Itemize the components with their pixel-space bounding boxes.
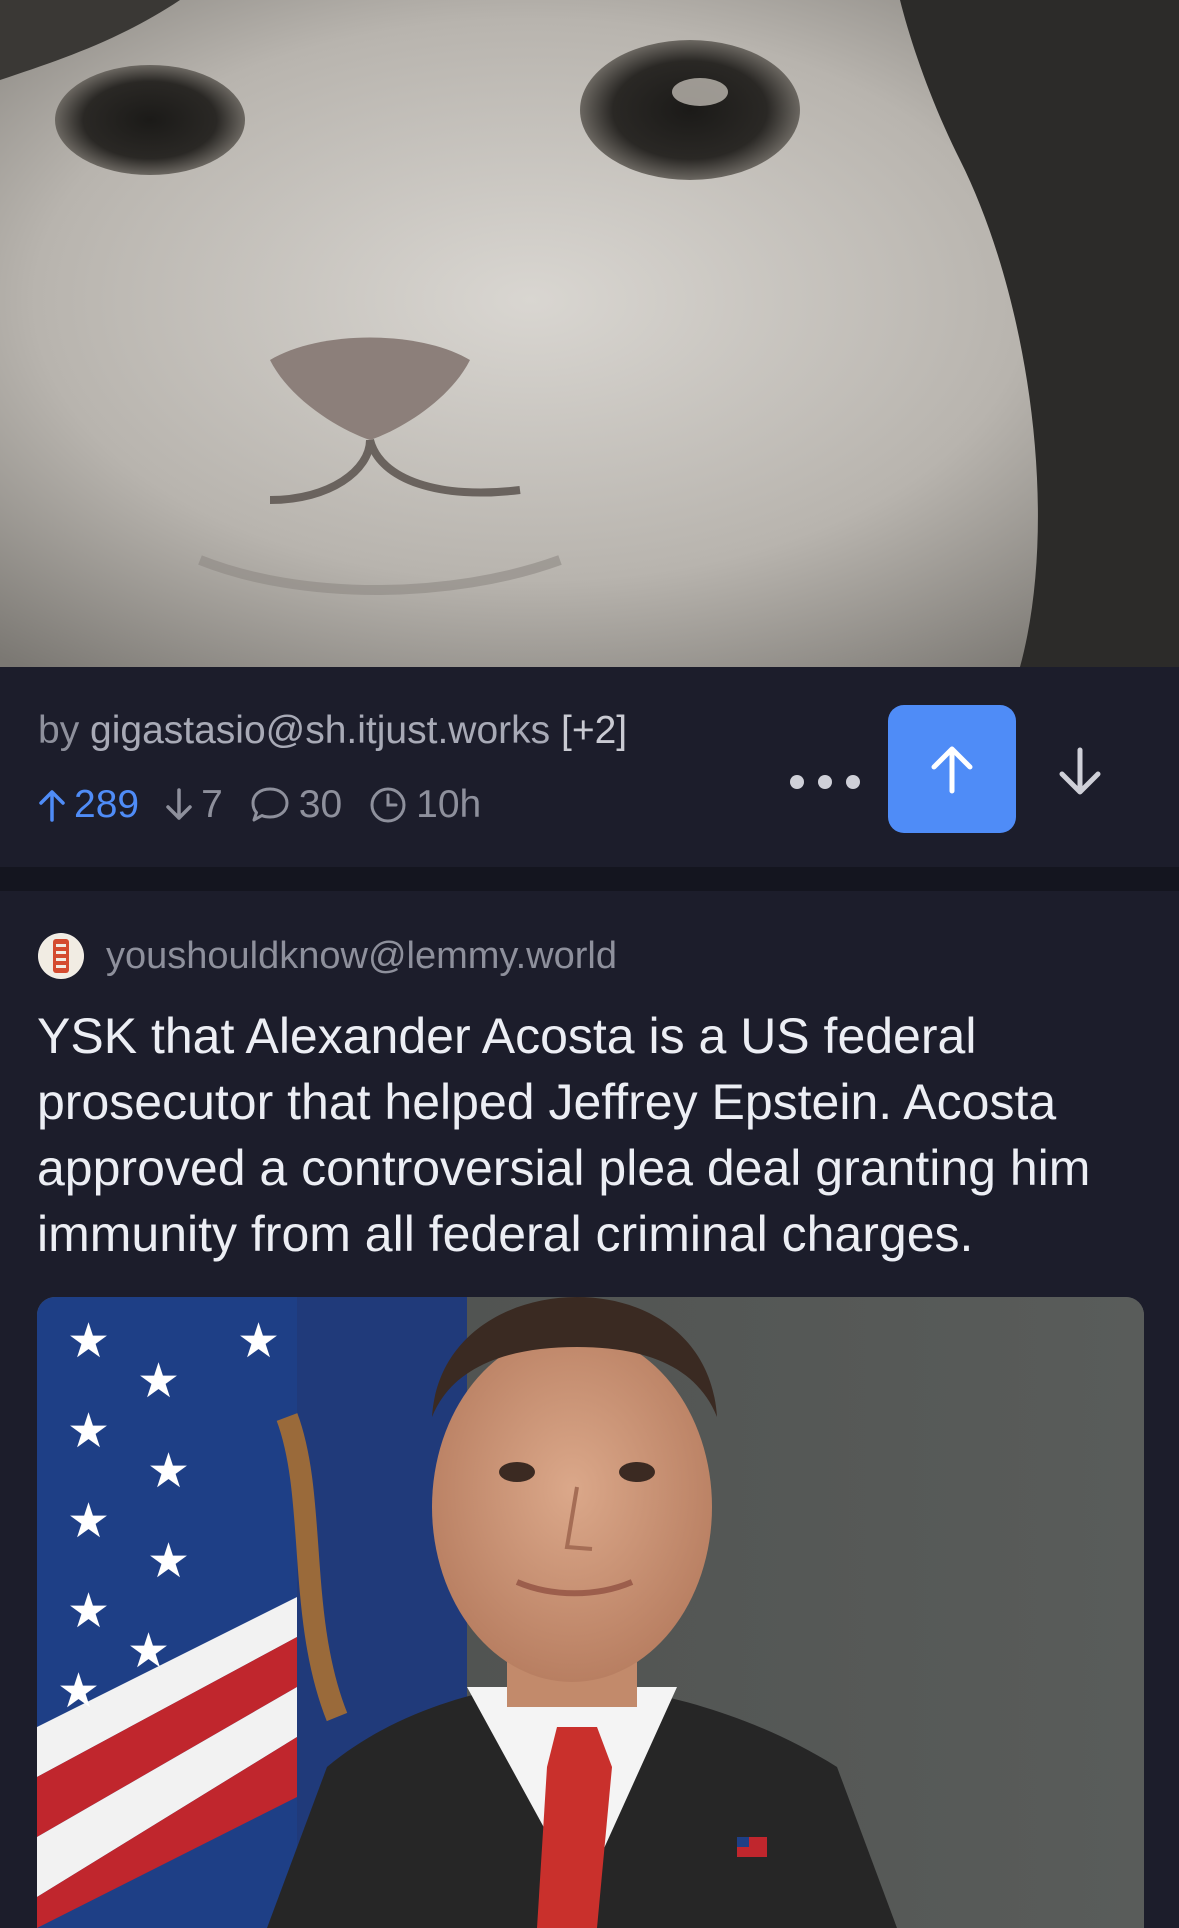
clock-icon (370, 787, 406, 823)
comment-count[interactable]: 30 (249, 783, 342, 827)
downvote-value: 7 (201, 783, 223, 826)
post-footer: by gigastasio@sh.itjust.works [+2] 289 7… (0, 667, 1179, 867)
comment-value: 30 (298, 783, 343, 826)
post-image-portrait[interactable]: ★ ★ ★ ★ ★ ★ ★ ★ ★ ★ (37, 1297, 1144, 1928)
community-avatar (38, 933, 84, 979)
upvote-button[interactable] (888, 705, 1016, 833)
post-image-cat[interactable] (0, 0, 1179, 667)
byline-prefix: by (38, 709, 91, 752)
age-value: 10h (416, 783, 482, 826)
post-stats: 289 7 30 10h (38, 780, 507, 830)
arrow-up-icon (39, 790, 65, 822)
arrow-down-icon (166, 788, 192, 820)
downvote-count: 7 (165, 783, 223, 827)
svg-text:★: ★ (67, 1583, 110, 1639)
author-link[interactable]: gigastasio@sh.itjust.works (90, 709, 550, 752)
svg-text:★: ★ (67, 1403, 110, 1459)
svg-text:★: ★ (127, 1623, 170, 1679)
comment-bubble-icon (251, 787, 289, 822)
upvote-count: 289 (38, 783, 139, 827)
more-options-button[interactable] (790, 757, 860, 807)
more-dots-icon (790, 775, 804, 789)
svg-text:★: ★ (137, 1353, 180, 1409)
svg-text:★: ★ (147, 1443, 190, 1499)
post-byline: by gigastasio@sh.itjust.works [+2] (38, 709, 627, 753)
downvote-button[interactable] (1040, 727, 1120, 817)
svg-text:★: ★ (147, 1533, 190, 1589)
upvote-value: 289 (74, 783, 140, 826)
post-title[interactable]: YSK that Alexander Acosta is a US federa… (37, 1003, 1147, 1267)
arrow-down-icon (1059, 747, 1101, 795)
community-name: youshouldknow@lemmy.world (106, 934, 617, 977)
svg-text:★: ★ (67, 1493, 110, 1549)
svg-text:★: ★ (67, 1313, 110, 1369)
community-logo-icon (39, 934, 83, 978)
svg-text:★: ★ (237, 1313, 280, 1369)
svg-text:★: ★ (57, 1663, 100, 1719)
post-separator (0, 867, 1179, 891)
community-link[interactable]: youshouldknow@lemmy.world (38, 931, 617, 981)
crosspost-count[interactable]: [+2] (561, 709, 627, 752)
post-card[interactable]: youshouldknow@lemmy.world YSK that Alexa… (0, 891, 1179, 1928)
post-age: 10h (368, 783, 481, 827)
arrow-up-icon (931, 746, 973, 794)
